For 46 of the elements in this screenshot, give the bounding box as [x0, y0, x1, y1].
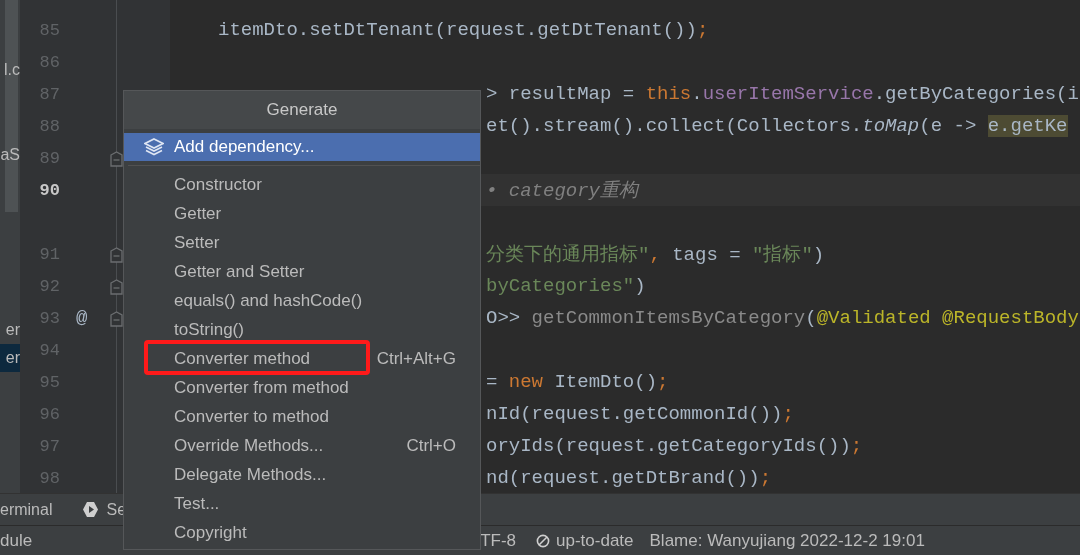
code-line: nId(request.getCommonId()); — [486, 403, 794, 425]
menu-item[interactable]: Copyright — [124, 518, 480, 547]
code-line: byCategories") — [486, 275, 646, 297]
gutter-marker[interactable]: @ — [76, 307, 88, 329]
menu-item[interactable]: equals() and hashCode() — [124, 286, 480, 315]
menu-item[interactable]: Getter and Setter — [124, 257, 480, 286]
menu-item[interactable]: Setter — [124, 228, 480, 257]
menu-item[interactable]: Add dependency... — [124, 133, 480, 161]
project-tree-item[interactable]: er — [0, 316, 20, 344]
fold-icon[interactable] — [110, 279, 123, 295]
code-line: = new ItemDto(); — [486, 371, 669, 393]
code-line: et().stream().collect(Collectors.toMap(e -> e.getKe — [486, 115, 1068, 137]
code-comment: • category重构 — [486, 179, 639, 203]
code-line: nd(request.getDtBrand()); — [486, 467, 772, 489]
project-tree-item[interactable]: er — [0, 344, 20, 372]
play-icon — [82, 501, 100, 518]
shortcut-label: Ctrl+Alt+G — [376, 348, 456, 369]
code-line: oryIds(request.getCategoryIds()); — [486, 435, 863, 457]
status-item[interactable]: up-to-date — [536, 530, 634, 551]
fold-icon[interactable] — [110, 151, 123, 167]
menu-item[interactable]: Constructor — [124, 170, 480, 199]
no-entry-icon — [536, 533, 551, 548]
code-line: itemDto.setDtTenant(request.getDtTenant()); — [218, 19, 709, 41]
shortcut-label: Ctrl+O — [406, 435, 456, 456]
code-line: 分类下的通用指标", tags = "指标") — [486, 243, 825, 267]
menu-item[interactable]: Converter method Ctrl+Alt+G — [124, 344, 480, 373]
layers-icon — [144, 138, 164, 156]
menu-title: Generate — [124, 91, 480, 129]
fold-icon[interactable] — [110, 247, 123, 263]
menu-item[interactable]: Test... — [124, 489, 480, 518]
tool-window-tab[interactable]: erminal — [0, 500, 53, 519]
status-item[interactable]: TF-8 — [480, 530, 517, 551]
line-number: 90 — [38, 180, 60, 200]
menu-item[interactable]: Converter from method — [124, 373, 480, 402]
project-tree-item[interactable]: l.c — [0, 56, 20, 84]
menu-item[interactable]: Getter — [124, 199, 480, 228]
project-tree-item[interactable]: aS — [0, 141, 20, 169]
code-line: > resultMap = this.userItemService.getByCategories(i — [486, 83, 1079, 105]
fold-icon[interactable] — [110, 311, 123, 327]
menu-item[interactable]: Override Methods... Ctrl+O — [124, 431, 480, 460]
menu-item[interactable]: Delegate Methods... — [124, 460, 480, 489]
status-item[interactable]: dule — [0, 530, 33, 551]
status-item[interactable]: Blame: Wanyujiang 2022-12-2 19:01 — [649, 530, 925, 551]
menu-item[interactable]: toString() — [124, 315, 480, 344]
code-line: O>> getCommonItemsByCategory(@Validated @RequestBody — [486, 307, 1079, 329]
menu-item[interactable]: Converter to method — [124, 402, 480, 431]
